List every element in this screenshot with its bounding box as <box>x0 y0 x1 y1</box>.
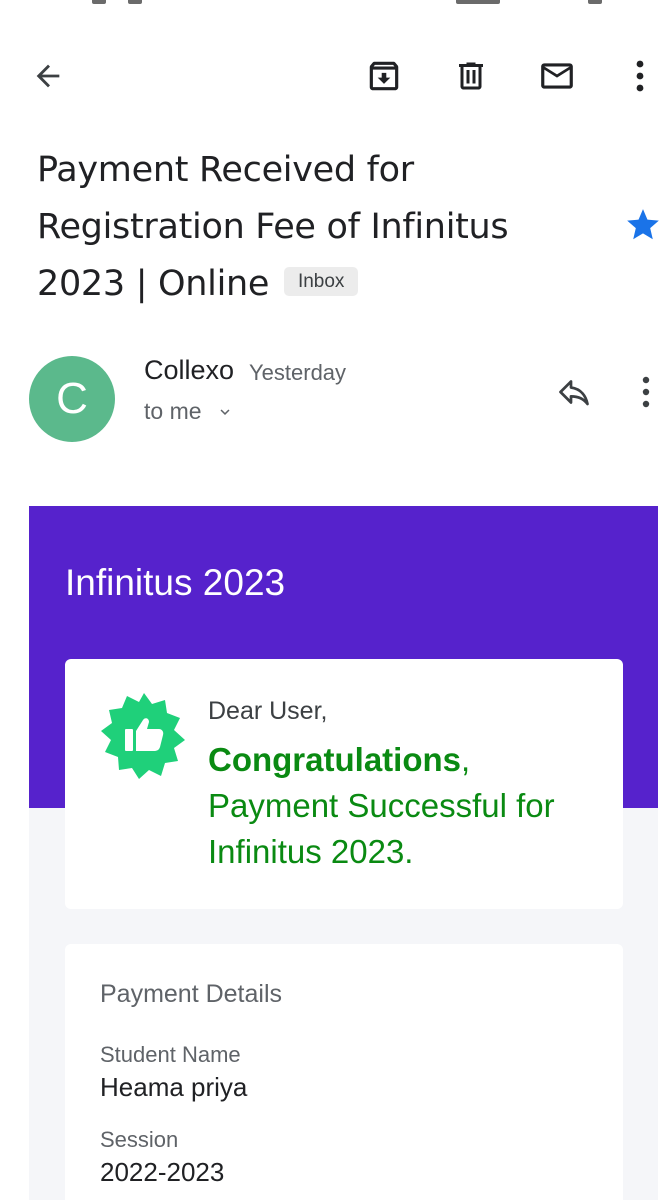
brand-title: Infinitus 2023 <box>65 562 286 603</box>
status-bar-icon <box>456 0 500 4</box>
recipient-details-toggle[interactable]: to me <box>144 398 234 425</box>
reply-icon <box>559 380 589 406</box>
student-name-value: Heama priya <box>100 1072 248 1102</box>
mark-unread-button[interactable] <box>529 40 585 112</box>
congratulations-text: Congratulations, <box>208 737 608 783</box>
archive-button[interactable] <box>356 40 412 112</box>
more-vert-icon <box>636 60 644 92</box>
subject-text: Payment Received for Registration Fee of… <box>37 150 509 304</box>
back-arrow-icon <box>36 64 60 88</box>
inbox-label-badge[interactable]: Inbox <box>283 266 359 296</box>
more-vert-icon <box>642 376 650 408</box>
status-bar-icon <box>128 0 142 4</box>
status-bar-icon <box>92 0 106 4</box>
congratulations-word: Congratulations <box>208 741 461 778</box>
sender-avatar[interactable]: C <box>29 356 115 442</box>
payment-success-message: Payment Successful for Infinitus 2023. <box>208 787 555 870</box>
success-card: Dear User, Congratulations, Payment Succ… <box>65 659 623 909</box>
thumbs-up-badge-icon <box>99 691 189 786</box>
session-label: Session <box>100 1127 179 1152</box>
more-options-button[interactable] <box>612 40 661 112</box>
message-more-button[interactable] <box>622 366 661 418</box>
student-name-label: Student Name <box>100 1042 241 1067</box>
recipient-label: to me <box>144 398 202 424</box>
sent-time: Yesterday <box>249 360 347 385</box>
session-value: 2022-2023 <box>100 1157 225 1187</box>
payment-details-card: Payment Details Student Name Heama priya… <box>65 944 623 1200</box>
delete-button[interactable] <box>443 40 499 112</box>
top-toolbar <box>0 40 661 112</box>
email-subject: Payment Received for Registration Fee of… <box>37 142 597 313</box>
email-body: Infinitus 2023 Dear User, Congratulation… <box>29 506 658 1200</box>
mark-unread-icon <box>541 63 573 89</box>
payment-details-title: Payment Details <box>100 980 283 1008</box>
archive-icon <box>369 61 399 91</box>
star-icon <box>627 209 659 240</box>
back-button[interactable] <box>20 40 76 112</box>
status-bar-icon <box>588 0 602 4</box>
reply-button[interactable] <box>548 366 600 418</box>
sender-name: Collexo <box>144 355 235 385</box>
star-button[interactable] <box>624 206 661 249</box>
delete-icon <box>459 62 483 90</box>
greeting-text: Dear User, <box>208 697 328 725</box>
congratulations-punct: , <box>461 741 471 778</box>
chevron-down-icon <box>220 408 230 415</box>
